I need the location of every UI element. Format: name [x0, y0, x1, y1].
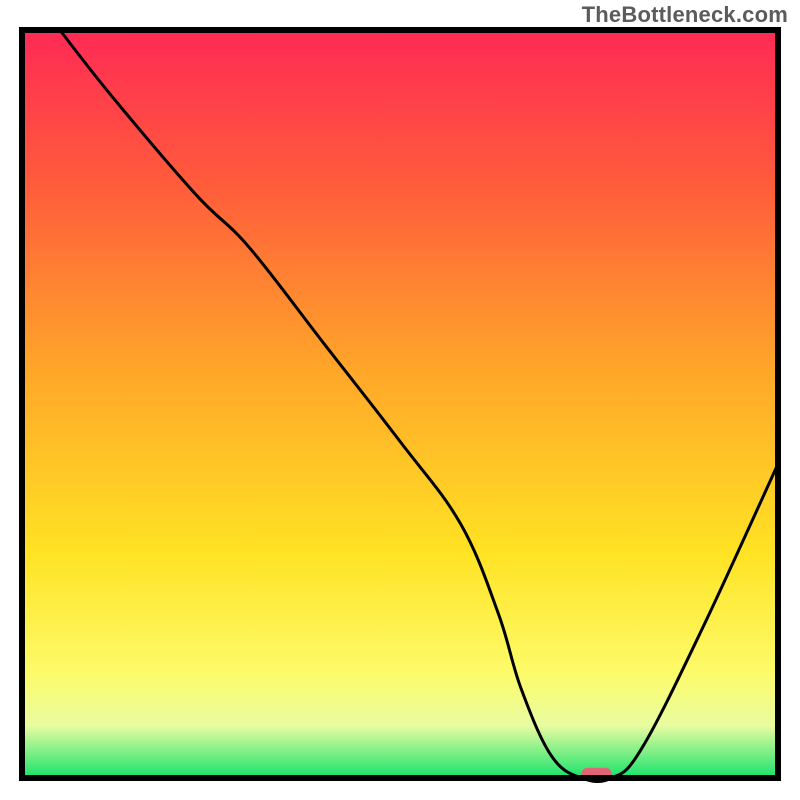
plot-area — [22, 30, 778, 782]
gradient-background — [22, 30, 778, 778]
watermark-label: TheBottleneck.com — [582, 2, 788, 28]
chart-stage: TheBottleneck.com — [0, 0, 800, 800]
bottleneck-chart — [0, 0, 800, 800]
